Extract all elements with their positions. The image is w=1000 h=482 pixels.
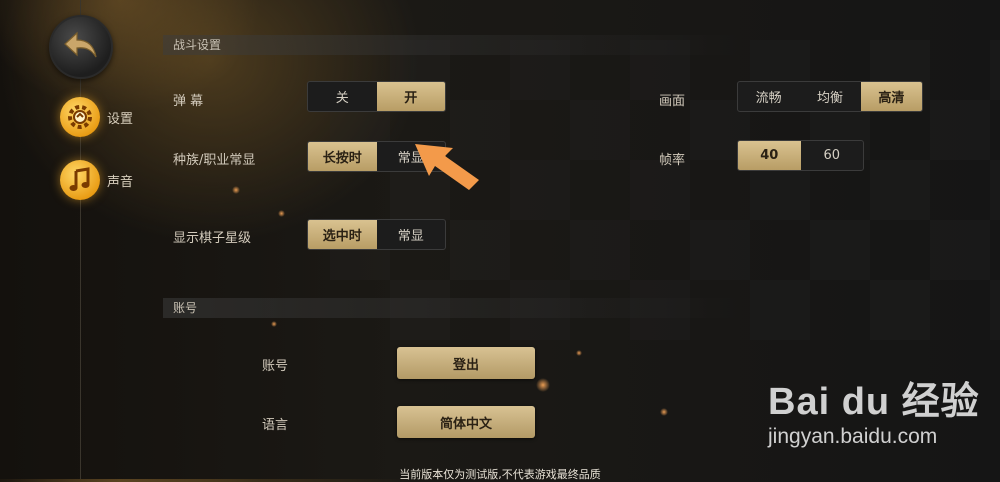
danmaku-off-option[interactable]: 关 bbox=[308, 82, 377, 111]
graphics-quality-label: 画面 bbox=[659, 94, 686, 109]
star-level-display-label: 显示棋子星级 bbox=[173, 231, 252, 246]
music-note-icon bbox=[60, 160, 100, 200]
sidebar-item-label: 设置 bbox=[107, 111, 134, 127]
quality-balanced-option[interactable]: 均衡 bbox=[799, 82, 860, 111]
danmaku-label: 弹 幕 bbox=[173, 94, 204, 109]
gear-icon bbox=[60, 97, 100, 137]
back-arrow-icon bbox=[64, 31, 97, 58]
spark-decoration bbox=[271, 321, 277, 327]
danmaku-on-option[interactable]: 开 bbox=[376, 82, 445, 111]
section-title: 战斗设置 bbox=[173, 38, 222, 52]
quality-smooth-option[interactable]: 流畅 bbox=[738, 82, 799, 111]
race-class-display-label: 种族/职业常显 bbox=[173, 153, 256, 168]
sidebar-item-label: 声音 bbox=[107, 174, 134, 190]
pointer-arrow-icon bbox=[415, 144, 479, 190]
section-title: 账号 bbox=[173, 301, 198, 315]
spark-decoration bbox=[536, 378, 550, 392]
version-notice: 当前版本仅为测试版,不代表游戏最终品质 bbox=[399, 468, 601, 481]
framerate-selector: 40 60 bbox=[737, 140, 864, 171]
watermark-url: jingyan.baidu.com bbox=[768, 425, 938, 448]
danmaku-toggle: 关 开 bbox=[307, 81, 446, 112]
framerate-40-option[interactable]: 40 bbox=[738, 141, 801, 170]
graphics-quality-selector: 流畅 均衡 高清 bbox=[737, 81, 923, 112]
star-level-display-toggle: 选中时 常显 bbox=[307, 219, 446, 250]
framerate-label: 帧率 bbox=[659, 153, 686, 168]
quality-hd-option[interactable]: 高清 bbox=[860, 82, 922, 111]
language-button[interactable]: 简体中文 bbox=[397, 406, 535, 438]
race-display-longpress-option[interactable]: 长按时 bbox=[308, 142, 377, 171]
sidebar-item-sound[interactable]: 声音 bbox=[60, 160, 133, 200]
sidebar-item-settings[interactable]: 设置 bbox=[60, 97, 133, 137]
baidu-jingyan-watermark: Bai du 经验 jingyan.baidu.com bbox=[768, 370, 980, 449]
spark-decoration bbox=[232, 186, 240, 194]
spark-decoration bbox=[278, 210, 285, 217]
star-display-selected-option[interactable]: 选中时 bbox=[308, 220, 377, 249]
spark-decoration bbox=[576, 350, 582, 356]
logout-button[interactable]: 登出 bbox=[397, 347, 535, 379]
watermark-logo: Bai du 经验 bbox=[768, 381, 980, 423]
back-button[interactable] bbox=[49, 15, 113, 79]
section-account: 账号 bbox=[163, 298, 743, 318]
star-display-always-option[interactable]: 常显 bbox=[377, 220, 446, 249]
section-battle-settings: 战斗设置 bbox=[163, 35, 743, 55]
account-label: 账号 bbox=[262, 359, 289, 374]
framerate-60-option[interactable]: 60 bbox=[801, 141, 864, 170]
spark-decoration bbox=[660, 408, 668, 416]
language-label: 语言 bbox=[262, 418, 289, 433]
